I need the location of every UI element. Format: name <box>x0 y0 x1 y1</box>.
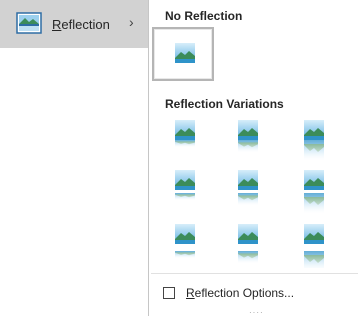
reflection-variation-tight-touching[interactable] <box>175 120 201 164</box>
reflection-variation-tight-8pt[interactable] <box>175 224 201 268</box>
reflection-variation-full-4pt[interactable] <box>304 170 330 214</box>
reflection-options-label: Reflection Options... <box>186 286 295 300</box>
no-reflection-thumbnail <box>175 43 195 63</box>
reflection-flyout: No Reflection Reflection Variations Refl… <box>148 0 360 317</box>
reflection-variation-half-touching[interactable] <box>238 120 264 164</box>
picture-icon <box>16 12 42 34</box>
no-reflection-option[interactable] <box>152 27 214 81</box>
reflection-options-item[interactable]: Reflection Options... <box>163 286 294 300</box>
reflection-menu-item[interactable]: Reflection › <box>0 0 148 48</box>
no-reflection-header: No Reflection <box>165 9 243 23</box>
reflection-variation-half-8pt[interactable] <box>238 224 264 268</box>
reflection-variation-full-8pt[interactable] <box>304 224 330 268</box>
reflection-variations-header: Reflection Variations <box>165 97 284 111</box>
reflection-variation-tight-4pt[interactable] <box>175 170 201 214</box>
reflection-variation-half-4pt[interactable] <box>238 170 264 214</box>
reflection-menu-label: Reflection <box>52 17 110 32</box>
reflection-options-checkbox-icon <box>163 287 175 299</box>
reflection-variation-full-touching[interactable] <box>304 120 330 164</box>
chevron-right-icon: › <box>129 14 134 30</box>
separator <box>151 273 358 274</box>
